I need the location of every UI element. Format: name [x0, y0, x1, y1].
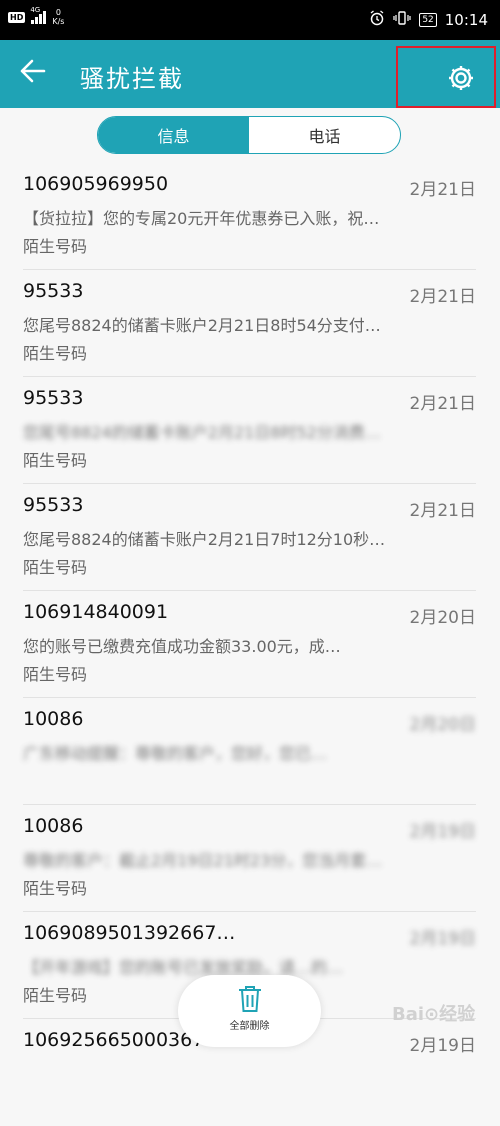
trash-icon — [238, 986, 261, 1012]
speed-value: 0 — [55, 8, 61, 17]
watermark: Bai⊙经验 — [392, 1004, 476, 1025]
snippet: 您尾号8824的储蓄卡账户2月21日8时54分支付… — [23, 316, 381, 335]
tab-calls[interactable]: 电话 — [249, 117, 400, 153]
alarm-icon — [369, 10, 385, 30]
speed-unit: K/s — [52, 17, 65, 26]
sender: 95533 — [23, 387, 84, 409]
status-bar: HD 4G 0 K/s 52 10:14 — [0, 0, 500, 40]
tab-messages[interactable]: 信息 — [98, 117, 249, 153]
tab-bar: 信息 电话 — [97, 116, 401, 154]
date: 2月21日 — [409, 394, 476, 414]
arrow-left-icon — [20, 59, 46, 83]
snippet: 尊敬的客户：截止2月19日21时23分，您当月套… — [23, 851, 383, 870]
tag: 陌生号码 — [23, 986, 88, 1005]
snippet: 您的账号已缴费充值成功金额33.00元，成… — [23, 637, 341, 656]
vibrate-icon — [393, 10, 411, 30]
list-item[interactable]: 95533 2月21日 您尾号8824的储蓄卡账户2月21日8时52分消费… 陌… — [0, 377, 500, 484]
list-item[interactable]: 106905969950 2月21日 【货拉拉】您的专属20元开年优惠券已入账，… — [0, 163, 500, 270]
tag: 陌生号码 — [23, 237, 88, 256]
back-button[interactable] — [18, 56, 58, 92]
clock: 10:14 — [444, 11, 488, 29]
hd-icon: HD — [8, 11, 26, 23]
sender: 95533 — [23, 494, 84, 516]
date: 2月21日 — [409, 501, 476, 521]
sender: 10086 — [23, 815, 84, 837]
date: 2月21日 — [409, 180, 476, 200]
tag: 陌生号码 — [23, 344, 88, 363]
date: 2月20日 — [409, 608, 476, 628]
snippet: 您尾号8824的储蓄卡账户2月21日7时12分10秒… — [23, 530, 386, 549]
sender: 1069089501392667… — [23, 922, 236, 944]
sender: 106914840091 — [23, 601, 169, 623]
sender: 10086 — [23, 708, 84, 730]
tag: 陌生号码 — [23, 558, 88, 577]
date: 2月20日 — [409, 715, 476, 735]
signal-icon: 4G — [30, 6, 47, 24]
delete-all-button[interactable]: 全部删除 — [178, 975, 321, 1047]
sender: 106905969950 — [23, 173, 169, 195]
tag: 陌生号码 — [23, 665, 88, 684]
tag: 陌生号码 — [23, 879, 88, 898]
list-item[interactable]: 10086 2月20日 广东移动提醒：尊敬的客户，您好，您已… — [0, 698, 500, 805]
list-item[interactable]: 106914840091 2月20日 您的账号已缴费充值成功金额33.00元，成… — [0, 591, 500, 698]
sender: 95533 — [23, 280, 84, 302]
network-speed: 0 K/s — [52, 8, 64, 26]
gear-icon — [449, 66, 473, 90]
snippet: 广东移动提醒：尊敬的客户，您好，您已… — [23, 744, 328, 763]
list-item[interactable]: 95533 2月21日 您尾号8824的储蓄卡账户2月21日7时12分10秒… … — [0, 484, 500, 591]
battery-icon: 52 — [419, 13, 437, 27]
tag: 陌生号码 — [23, 451, 88, 470]
date: 2月19日 — [409, 929, 476, 949]
date: 2月21日 — [409, 287, 476, 307]
snippet: 您尾号8824的储蓄卡账户2月21日8时52分消费… — [23, 423, 381, 442]
date: 2月19日 — [409, 1036, 476, 1056]
signal-label: 4G — [30, 6, 41, 14]
delete-all-label: 全部删除 — [229, 1021, 270, 1032]
date: 2月19日 — [409, 822, 476, 842]
list-item[interactable]: 95533 2月21日 您尾号8824的储蓄卡账户2月21日8时54分支付… 陌… — [0, 270, 500, 377]
page-title: 骚扰拦截 — [80, 65, 184, 93]
app-bar: 骚扰拦截 — [0, 40, 500, 108]
settings-button[interactable] — [396, 46, 496, 108]
list-item[interactable]: 10086 2月19日 尊敬的客户：截止2月19日21时23分，您当月套… 陌生… — [0, 805, 500, 912]
snippet: 【货拉拉】您的专属20元开年优惠券已入账，祝… — [23, 209, 380, 228]
